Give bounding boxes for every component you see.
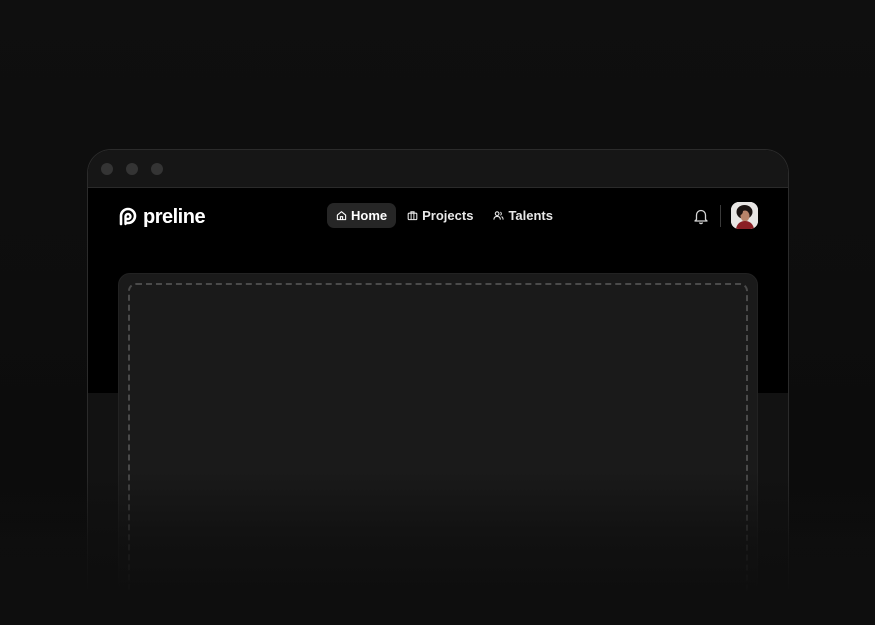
brand-logo[interactable]: preline [118, 205, 206, 229]
preline-logo-icon [119, 207, 137, 226]
brand-name: preline [143, 205, 206, 228]
bell-icon[interactable] [692, 207, 710, 225]
stage: preline Home Projects Talents [0, 0, 875, 625]
window-dot-maximize[interactable] [151, 162, 163, 175]
app-area: preline Home Projects Talents [88, 188, 788, 625]
home-icon [336, 211, 347, 221]
dashed-placeholder [128, 283, 748, 612]
navbar-divider [720, 204, 721, 227]
nav-item-label: Projects [422, 208, 474, 223]
browser-window: preline Home Projects Talents [87, 149, 789, 625]
main-nav: Home Projects Talents [327, 203, 562, 228]
avatar[interactable] [731, 202, 758, 229]
navbar-actions [692, 202, 758, 229]
content-panel [118, 273, 758, 612]
nav-item-projects[interactable]: Projects [398, 203, 482, 228]
navbar: preline Home Projects Talents [88, 188, 788, 246]
window-titlebar [88, 150, 788, 188]
window-dot-minimize[interactable] [126, 162, 138, 175]
nav-item-home[interactable]: Home [327, 203, 397, 228]
nav-item-label: Home [351, 208, 388, 223]
nav-item-label: Talents [508, 208, 553, 223]
briefcase-icon [407, 211, 418, 221]
users-icon [493, 211, 505, 220]
avatar-image [731, 202, 758, 229]
window-dot-close[interactable] [101, 162, 113, 175]
nav-item-talents[interactable]: Talents [484, 203, 562, 228]
